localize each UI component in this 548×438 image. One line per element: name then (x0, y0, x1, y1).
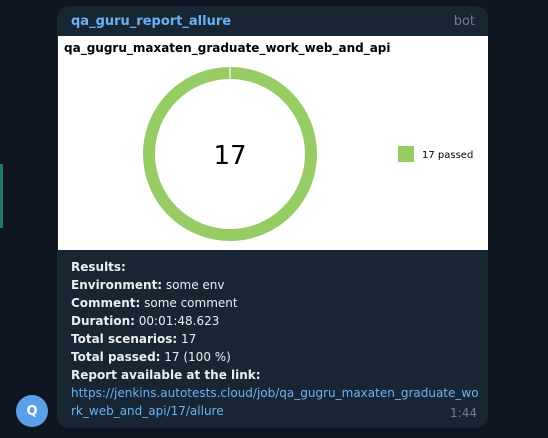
sender-avatar[interactable]: Q (16, 395, 48, 427)
environment-value: some env (162, 278, 225, 292)
legend-label-0: 17 passed (422, 150, 473, 161)
legend: 17 passed (398, 146, 473, 162)
chat-view: Q qa_guru_report_allure bot qa_gugru_max… (0, 0, 548, 438)
results-text: Results: Environment: some env Comment: … (71, 258, 481, 420)
total-scenarios-label: Total scenarios: (71, 332, 178, 346)
legend-swatch-0 (398, 146, 414, 162)
bot-badge: bot (453, 14, 475, 29)
comment-value: some comment (140, 296, 238, 310)
total-passed-label: Total passed: (71, 350, 161, 364)
donut-center-label: 17 (213, 141, 246, 171)
environment-label: Environment: (71, 278, 163, 292)
total-scenarios-value: 17 (177, 332, 197, 346)
sender-name[interactable]: qa_guru_report_allure (71, 14, 231, 29)
avatar-letter: Q (26, 403, 38, 419)
report-link-label: Report available at the link: (71, 368, 261, 382)
message-bubble[interactable]: qa_guru_report_allure bot qa_gugru_maxat… (57, 6, 488, 428)
donut-chart: 17 17 passed (143, 66, 473, 241)
side-accent-strip (0, 164, 3, 228)
duration-label: Duration: (71, 314, 135, 328)
message-header: qa_guru_report_allure bot (57, 6, 488, 36)
results-heading: Results: (71, 260, 126, 274)
report-link[interactable]: https://jenkins.autotests.cloud/job/qa_g… (71, 384, 481, 420)
message-time: 1:44 (450, 406, 477, 420)
total-passed-value: 17 (100 %) (160, 350, 231, 364)
comment-label: Comment: (71, 296, 141, 310)
report-image[interactable]: qa_gugru_maxaten_graduate_work_web_and_a… (58, 36, 488, 250)
duration-value: 00:01:48.623 (134, 314, 220, 328)
